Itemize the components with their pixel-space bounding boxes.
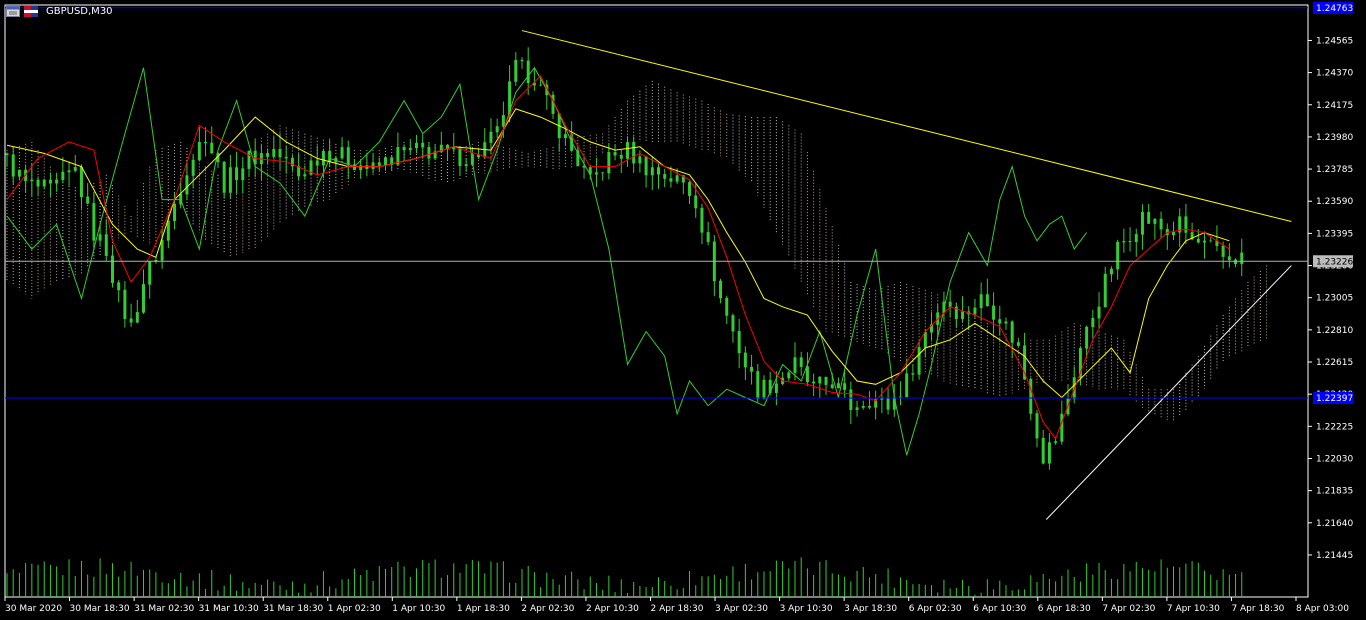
x-tick-label: 1 Apr 10:30	[392, 604, 445, 614]
current-price-badge: 1.23226	[1316, 257, 1353, 267]
x-tick-label: 3 Apr 10:30	[780, 604, 833, 614]
price-axis: 1.24565 1.24370 1.24175 1.23980 1.23785 1.235…	[1308, 1, 1353, 561]
y-tick-label: 1.23395	[1316, 229, 1353, 239]
flag-icon	[24, 5, 38, 17]
x-tick-label: 31 Mar 10:30	[199, 604, 259, 614]
y-tick-label: 1.22030	[1316, 454, 1353, 464]
x-tick-label: 3 Apr 18:30	[844, 604, 897, 614]
y-tick-label: 1.23980	[1316, 133, 1353, 143]
x-tick-label: 7 Apr 10:30	[1167, 604, 1220, 614]
time-axis: 30 Mar 2020 30 Mar 18:30 31 Mar 02:30 31 Ma…	[4, 597, 1349, 614]
y-tick-label: 1.22615	[1316, 358, 1353, 368]
y-tick-label: 1.22225	[1316, 422, 1353, 432]
y-tick-label: 1.24370	[1316, 69, 1353, 79]
price-chart[interactable]: 1.24565 1.24370 1.24175 1.23980 1.23785 1.235…	[0, 0, 1366, 620]
x-tick-label: 31 Mar 18:30	[263, 604, 323, 614]
x-tick-label: 6 Apr 18:30	[1038, 604, 1091, 614]
x-tick-label: 30 Mar 2020	[5, 604, 62, 614]
resistance-trendline[interactable]	[521, 30, 1292, 223]
x-tick-label: 31 Mar 02:30	[134, 604, 194, 614]
x-tick-label: 2 Apr 10:30	[586, 604, 639, 614]
chart-header: GBPUSD,M30	[6, 3, 113, 19]
x-tick-label: 2 Apr 18:30	[651, 604, 704, 614]
y-tick-label: 1.23785	[1316, 165, 1353, 175]
x-tick-label: 8 Apr 03:00	[1296, 604, 1349, 614]
candles	[5, 47, 1244, 470]
x-tick-label: 30 Mar 18:30	[70, 604, 130, 614]
y-tick-label: 1.24565	[1316, 36, 1353, 46]
window-menu-icon[interactable]	[6, 5, 20, 17]
x-tick-label: 7 Apr 18:30	[1231, 604, 1284, 614]
indicator-lines	[6, 30, 1292, 520]
y-tick-label: 1.22810	[1316, 326, 1353, 336]
x-tick-label: 3 Apr 02:30	[715, 604, 768, 614]
upper-level-badge: 1.24763	[1316, 4, 1353, 14]
y-tick-label: 1.23590	[1316, 197, 1353, 207]
chart-window[interactable]: 1.24565 1.24370 1.24175 1.23980 1.23785 1.235…	[0, 0, 1366, 620]
x-tick-label: 1 Apr 18:30	[457, 604, 510, 614]
ichimoku-cloud	[6, 80, 1268, 423]
x-tick-label: 7 Apr 02:30	[1102, 604, 1155, 614]
volume-histogram	[6, 557, 1243, 597]
tenkan-line	[6, 75, 1230, 440]
y-tick-label: 1.21445	[1316, 551, 1353, 561]
support-trendline[interactable]	[1045, 265, 1292, 520]
x-tick-label: 2 Apr 02:30	[521, 604, 574, 614]
chart-frame	[4, 4, 1309, 598]
x-tick-label: 6 Apr 02:30	[909, 604, 962, 614]
symbol-title: GBPUSD,M30	[46, 5, 113, 17]
y-tick-label: 1.23005	[1316, 294, 1353, 304]
x-tick-label: 1 Apr 02:30	[328, 604, 381, 614]
y-tick-label: 1.24175	[1316, 101, 1353, 111]
blue-level-badge: 1.22397	[1316, 394, 1353, 404]
y-tick-label: 1.21835	[1316, 487, 1353, 497]
x-tick-label: 6 Apr 10:30	[973, 604, 1026, 614]
y-tick-label: 1.21640	[1316, 519, 1353, 529]
